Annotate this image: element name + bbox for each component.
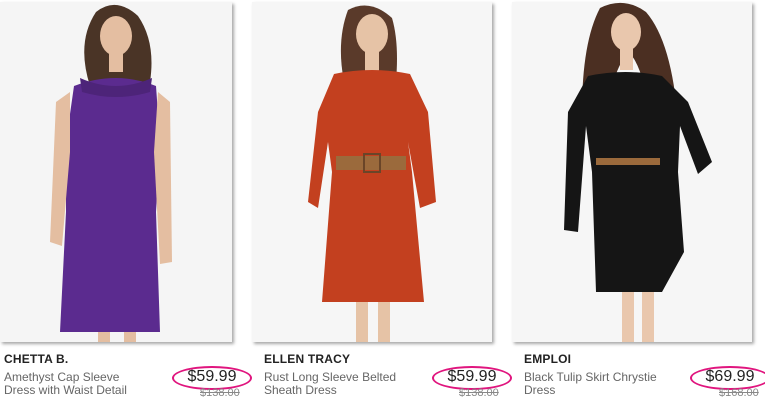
- sale-price: $59.99: [447, 368, 497, 385]
- sale-price: $69.99: [705, 368, 755, 385]
- product-card[interactable]: ELLEN TRACY Rust Long Sleeve Belted Shea…: [252, 0, 512, 407]
- original-price: $138.00: [200, 387, 240, 399]
- product-image[interactable]: [252, 2, 492, 342]
- sale-price: $59.99: [187, 368, 237, 385]
- product-card[interactable]: CHETTA B. Amethyst Cap Sleeve Dress with…: [0, 0, 252, 407]
- product-card[interactable]: EMPLOI Black Tulip Skirt Chrystie Dress …: [512, 0, 765, 407]
- brand-name[interactable]: ELLEN TRACY: [264, 352, 350, 366]
- original-price: $138.00: [459, 387, 499, 399]
- product-name[interactable]: Amethyst Cap Sleeve Dress with Waist Det…: [4, 371, 154, 397]
- product-name[interactable]: Black Tulip Skirt Chrystie Dress: [524, 371, 674, 397]
- original-price: $168.00: [719, 387, 759, 399]
- product-name[interactable]: Rust Long Sleeve Belted Sheath Dress: [264, 371, 414, 397]
- product-image[interactable]: [512, 2, 752, 342]
- brand-name[interactable]: CHETTA B.: [4, 352, 68, 366]
- brand-name[interactable]: EMPLOI: [524, 352, 571, 366]
- product-image[interactable]: [0, 2, 232, 342]
- product-grid: CHETTA B. Amethyst Cap Sleeve Dress with…: [0, 0, 765, 407]
